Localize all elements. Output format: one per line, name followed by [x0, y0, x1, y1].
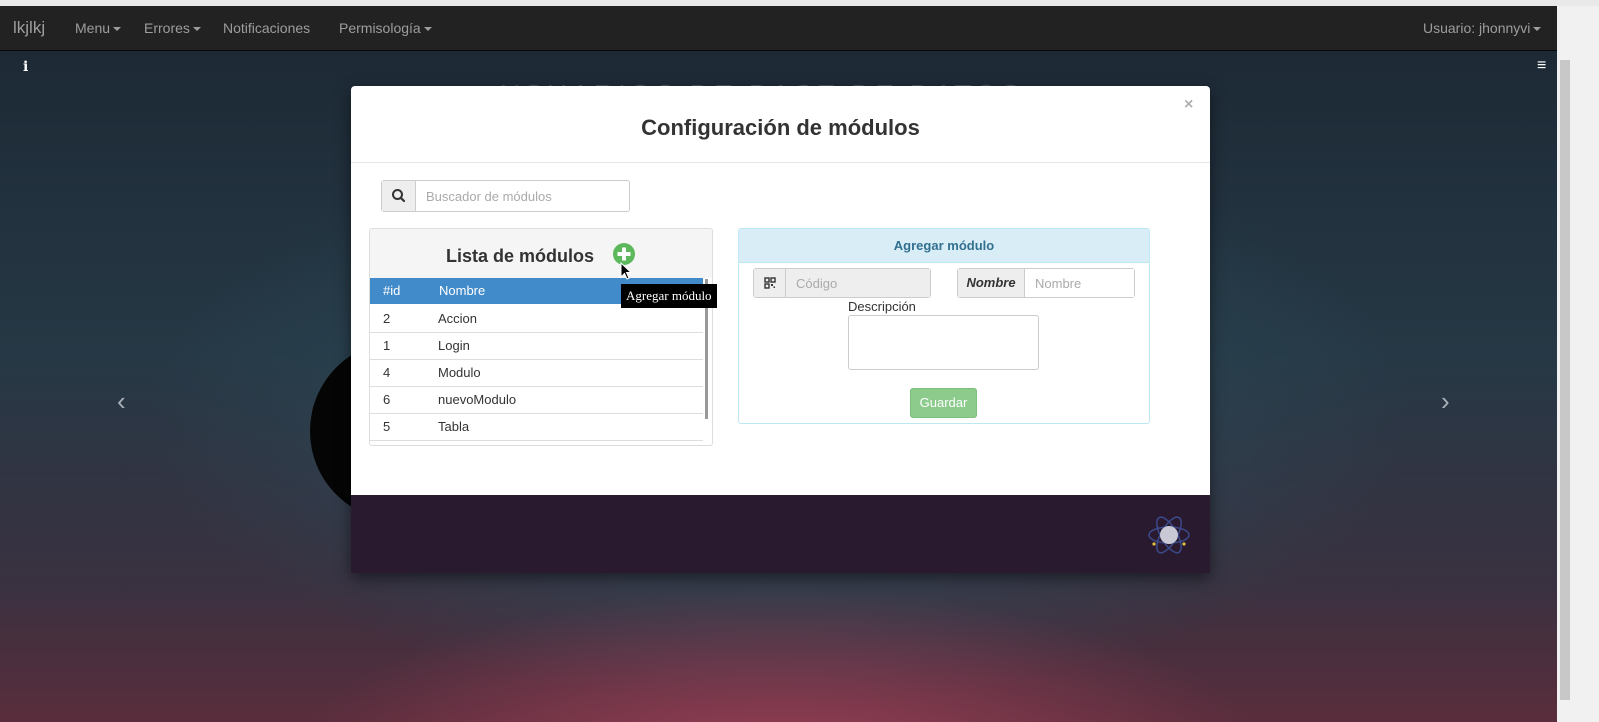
qrcode-icon [754, 269, 786, 297]
module-search-group [381, 180, 631, 212]
add-module-panel: Agregar módulo Nombre Descripción Guarda… [738, 228, 1150, 424]
modules-list-title: Lista de módulos [446, 246, 595, 266]
row-name: Modulo [438, 365, 481, 380]
top-navbar: lkjlkj Menu Errores Notificaciones Permi… [0, 6, 1590, 51]
user-menu-label: Usuario: jhonnyvi [1423, 20, 1531, 36]
modal-title: Configuración de módulos [641, 115, 920, 140]
table-row[interactable]: 4 Modulo [370, 359, 703, 387]
nav-item-notificaciones[interactable]: Notificaciones [223, 6, 310, 50]
codigo-field-group [753, 268, 931, 298]
row-name: Login [438, 338, 470, 353]
descripcion-label: Descripción [848, 299, 916, 314]
row-id: 2 [383, 311, 391, 326]
table-row[interactable]: 6 nuevoModulo [370, 386, 703, 414]
modules-list-panel: Lista de módulos #id Nombre 2 Accion 1 L… [369, 228, 713, 446]
atom-logo-icon [1147, 513, 1191, 557]
descripcion-textarea[interactable] [848, 315, 1039, 370]
row-id: 5 [383, 419, 391, 434]
chevron-down-icon [1533, 27, 1542, 32]
modal-footer [351, 495, 1210, 573]
add-module-header: Agregar módulo [739, 229, 1149, 263]
carousel-prev-icon[interactable]: ‹ [117, 386, 126, 417]
add-module-tooltip: Agregar módulo [621, 284, 717, 308]
chevron-down-icon [113, 27, 122, 32]
row-name: Accion [438, 311, 478, 326]
navbar-brand[interactable]: lkjlkj [13, 6, 45, 50]
page-scrollbar-thumb[interactable] [1560, 60, 1570, 700]
nav-item-menu[interactable]: Menu [75, 6, 122, 50]
add-module-title: Agregar módulo [893, 238, 995, 253]
row-id: 4 [383, 365, 391, 380]
module-search-input[interactable] [416, 181, 631, 211]
row-name: Tabla [438, 419, 470, 434]
column-header-id: #id [383, 283, 401, 298]
modules-list-header: Lista de módulos [370, 229, 712, 278]
row-name: nuevoModulo [438, 392, 517, 407]
user-menu[interactable]: Usuario: jhonnyvi [1423, 6, 1542, 50]
column-header-nombre: Nombre [439, 283, 486, 298]
table-row[interactable]: 5 Tabla [370, 413, 703, 441]
modules-config-modal: × Configuración de módulos Lista de módu… [351, 86, 1210, 573]
table-row[interactable]: 1 Login [370, 332, 703, 360]
row-id: 1 [383, 338, 391, 353]
search-icon [382, 181, 416, 211]
nav-item-permisologia-label: Permisología [339, 20, 421, 36]
save-button[interactable]: Guardar [910, 388, 977, 418]
nav-item-errores[interactable]: Errores [144, 6, 201, 50]
carousel-next-icon[interactable]: › [1441, 386, 1450, 417]
row-id: 6 [383, 392, 391, 407]
info-icon[interactable]: i [23, 59, 28, 75]
chevron-down-icon [192, 27, 201, 32]
modal-header-divider [351, 162, 1210, 163]
nav-item-menu-label: Menu [75, 20, 111, 36]
chevron-down-icon [423, 27, 432, 32]
hamburger-menu-icon[interactable]: ≡ [1537, 57, 1546, 75]
table-row[interactable]: 2 Accion [370, 305, 703, 333]
nav-item-errores-label: Errores [144, 20, 190, 36]
close-icon[interactable]: × [1184, 96, 1193, 114]
nombre-field-group: Nombre [957, 268, 1135, 298]
codigo-input[interactable] [786, 269, 930, 297]
nav-item-notificaciones-label: Notificaciones [223, 20, 311, 36]
nombre-label: Nombre [958, 269, 1025, 297]
nav-item-permisologia[interactable]: Permisología [339, 6, 432, 50]
mouse-cursor-icon [620, 261, 633, 280]
nombre-input[interactable] [1025, 269, 1134, 297]
